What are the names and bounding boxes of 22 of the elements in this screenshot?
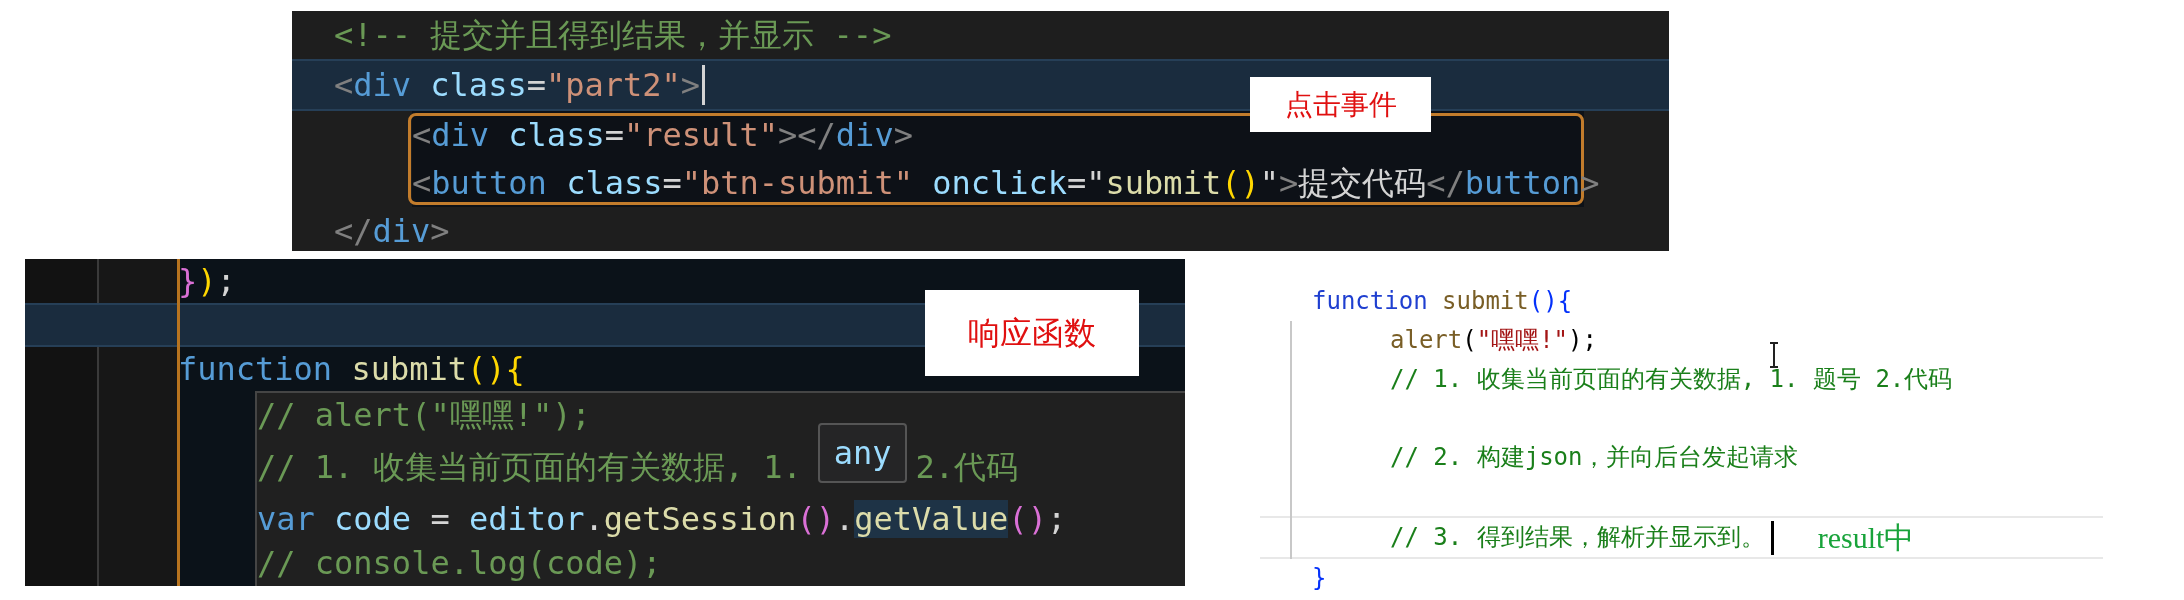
code-text: // 2. 构建json，并向后台发起请求	[1390, 442, 1799, 473]
text-cursor-icon	[1768, 342, 1780, 368]
code-text: // 1. 收集当前页面的有关数据, 1.	[257, 447, 802, 488]
annotation-text: result中	[1817, 520, 1915, 556]
code-text: // console.log(code);	[257, 543, 662, 584]
code-text: // 1. 收集当前页面的有关数据, 1. 题号 2.代码	[1390, 364, 1953, 395]
code-text: var code = editor.getSession().getValue();	[257, 499, 1067, 540]
code-text: alert("嘿嘿!");	[1390, 325, 1597, 356]
code-text: <!-- 提交并且得到结果，并显示 -->	[334, 15, 892, 56]
code-text: // alert("嘿嘿!");	[257, 395, 591, 436]
callout-label: 点击事件	[1250, 77, 1431, 132]
callout-label: 响应函数	[925, 290, 1139, 376]
code-text: 2.代码	[915, 447, 1018, 488]
code-text: </div>	[334, 211, 450, 251]
code-text: });	[178, 261, 236, 302]
code-text: <div class="part2">	[334, 65, 701, 106]
type-tooltip: any	[817, 423, 908, 483]
code-text: function submit(){	[178, 349, 525, 390]
code-text: }	[1312, 563, 1327, 594]
code-text: <div class="result"></div>	[412, 115, 913, 156]
code-text: function submit(){	[1312, 286, 1573, 317]
code-text: // 3. 得到结果，解析并显示到。	[1390, 522, 1765, 553]
